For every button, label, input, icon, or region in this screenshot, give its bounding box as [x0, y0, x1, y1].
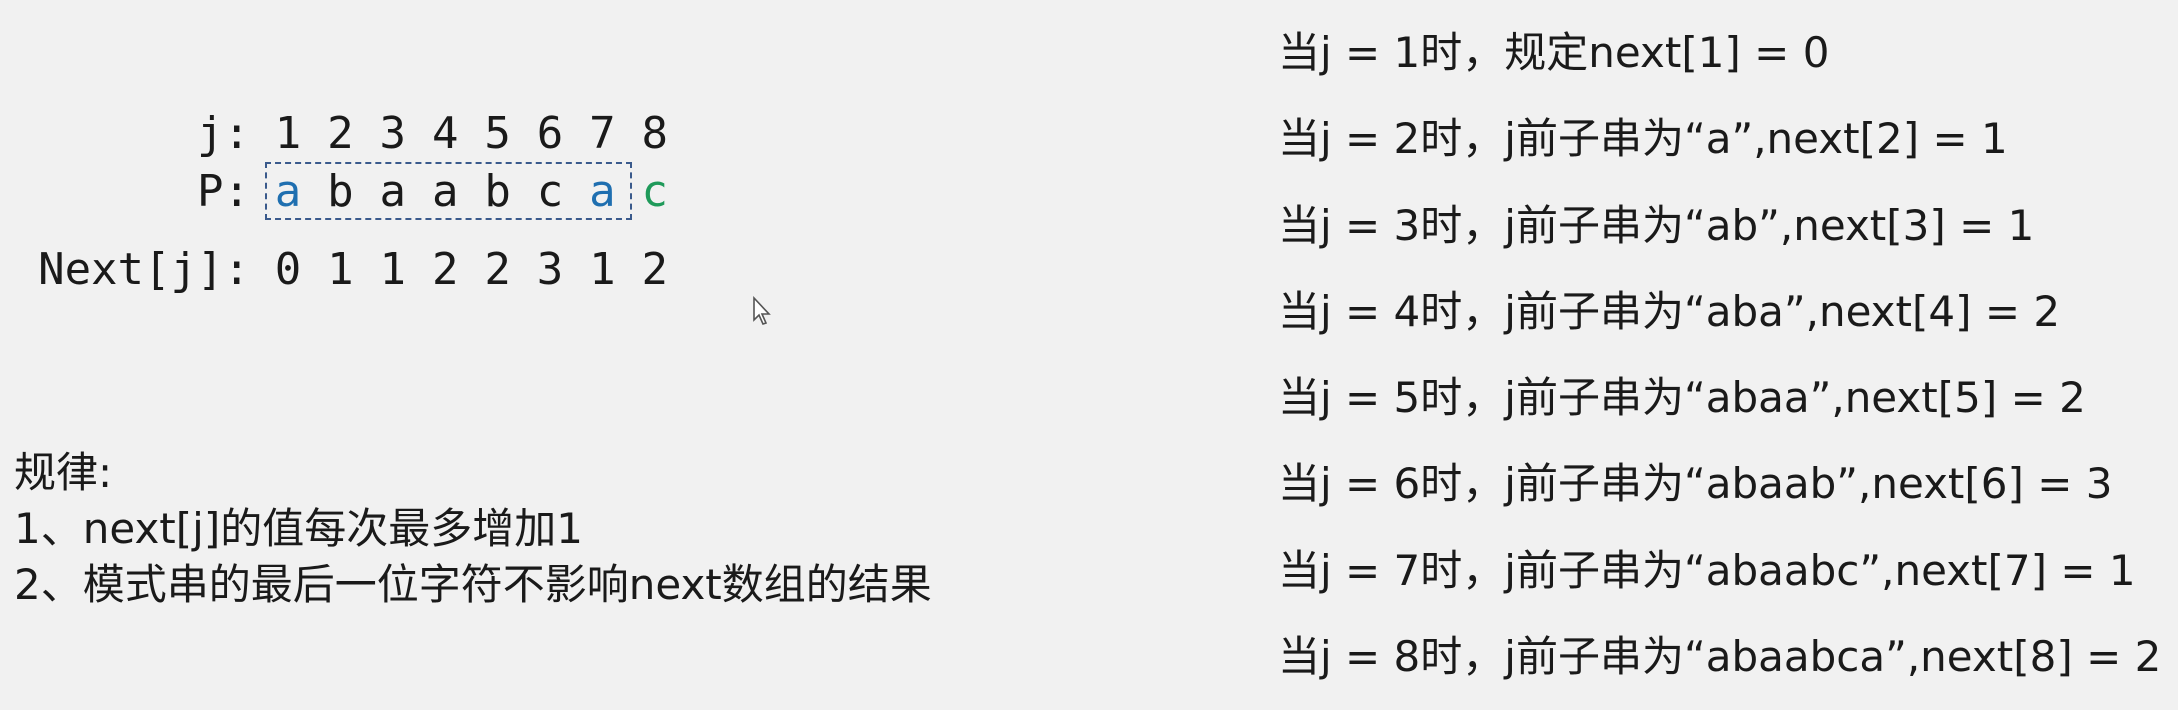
- p-cell-8: c: [641, 166, 669, 217]
- next-row: Next[j]: 01122312: [0, 240, 700, 300]
- j-cell-6: 6: [536, 108, 564, 159]
- step-item: 当j = 1时，规定next[1] = 0: [1278, 28, 1830, 77]
- j-label: j:: [197, 108, 250, 159]
- p-label: P:: [197, 166, 250, 217]
- next-cell-5: 2: [484, 244, 511, 295]
- next-cell-7: 1: [589, 244, 616, 295]
- step-item: 当j = 7时，j前子串为“abaabc”,next[7] = 1: [1278, 545, 2136, 595]
- j-cell-8: 8: [641, 108, 669, 159]
- step-item: 当j = 8时，j前子串为“abaabca”,next[8] = 2: [1278, 632, 2162, 682]
- j-cell-2: 2: [327, 108, 354, 159]
- next-cell-4: 2: [431, 244, 459, 295]
- next-cell-1: 0: [274, 244, 302, 295]
- steps-list: 当j = 1时，规定next[1] = 0 当j = 2时，j前子串为“a”,n…: [1278, 20, 2161, 710]
- rule-item: 1、next[j]的值每次最多增加1: [14, 504, 583, 553]
- step-item: 当j = 4时，j前子串为“aba”,next[4] = 2: [1278, 286, 2061, 336]
- next-cell-2: 1: [327, 244, 354, 295]
- j-cell-5: 5: [484, 108, 511, 159]
- next-label: Next[j]:: [38, 244, 250, 295]
- j-cell-4: 4: [431, 108, 459, 159]
- next-cell-8: 2: [641, 244, 669, 295]
- j-row: j: 12345678: [0, 104, 700, 164]
- rules-block: 规律: 1、next[j]的值每次最多增加1 2、模式串的最后一位字符不影响ne…: [14, 445, 932, 613]
- prefix-dashed-box: [265, 162, 632, 220]
- step-item: 当j = 6时，j前子串为“abaab”,next[6] = 3: [1278, 459, 2113, 509]
- next-cell-3: 1: [379, 244, 407, 295]
- j-cell-3: 3: [379, 108, 407, 159]
- step-item: 当j = 3时，j前子串为“ab”,next[3] = 1: [1278, 200, 2035, 250]
- j-cell-1: 1: [274, 108, 302, 159]
- mouse-cursor-icon: [753, 296, 771, 325]
- rule-item: 2、模式串的最后一位字符不影响next数组的结果: [14, 560, 932, 609]
- next-cell-6: 3: [536, 244, 564, 295]
- rules-title: 规律:: [14, 448, 113, 497]
- j-cell-7: 7: [589, 108, 616, 159]
- step-item: 当j = 2时，j前子串为“a”,next[2] = 1: [1278, 114, 2008, 164]
- step-item: 当j = 5时，j前子串为“abaa”,next[5] = 2: [1278, 373, 2086, 423]
